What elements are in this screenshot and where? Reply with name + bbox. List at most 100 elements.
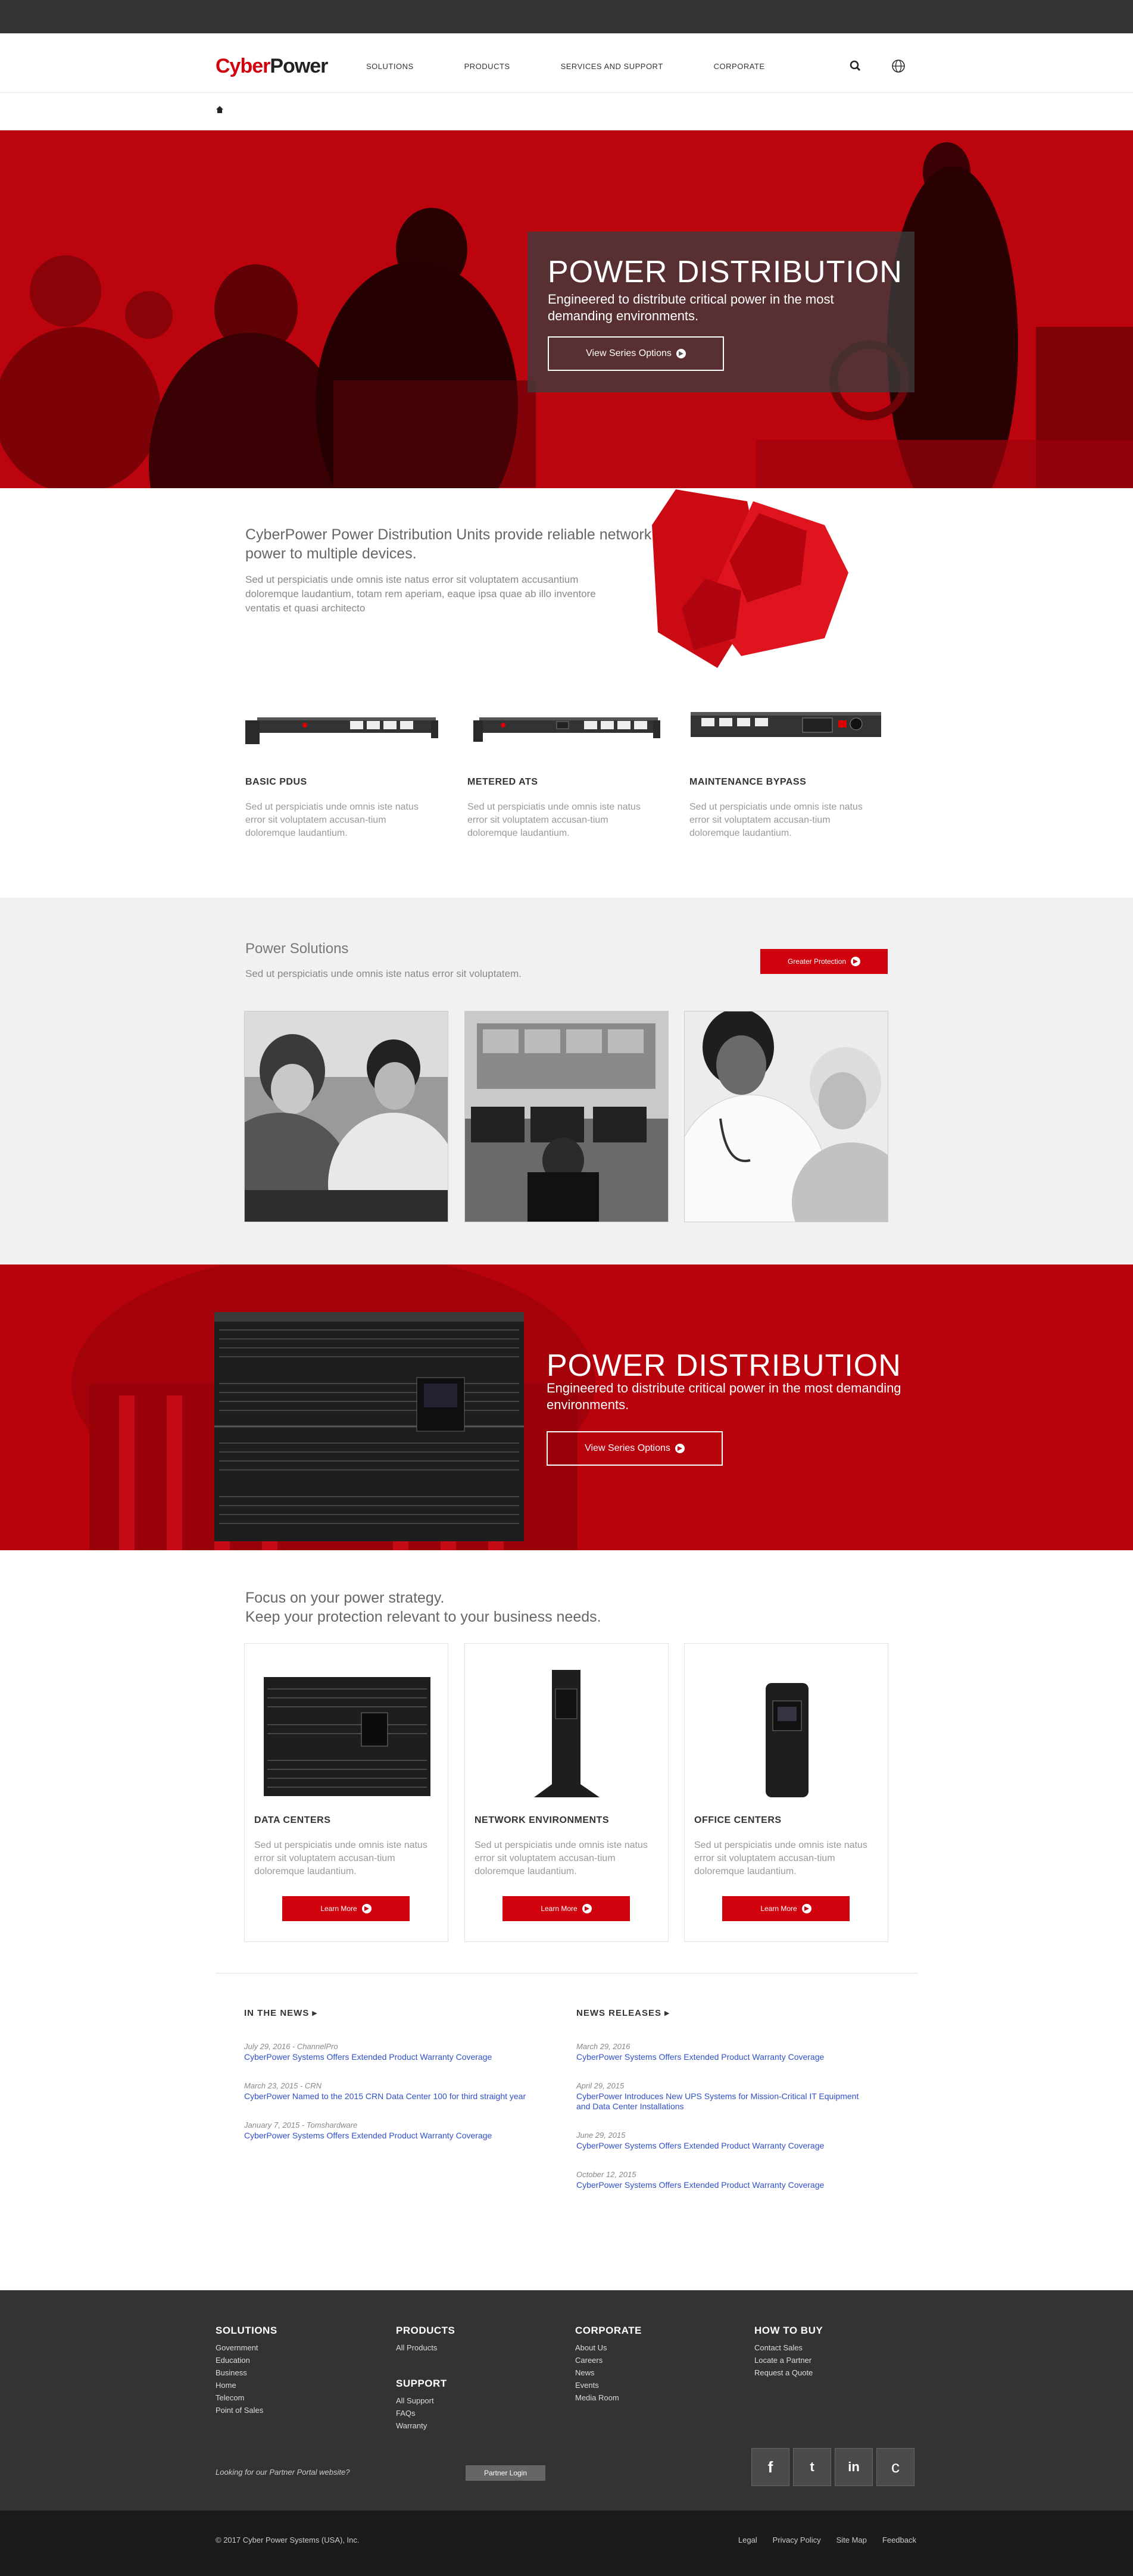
news-date: April 29, 2015 (576, 2081, 625, 2090)
footer-link[interactable]: Events (575, 2379, 642, 2391)
footer-link[interactable]: Telecom (216, 2391, 277, 2404)
card-office-centers: OFFICE CENTERS Sed ut perspiciatis unde … (684, 1643, 888, 1942)
hero-title: POWER DISTRIBUTION (548, 255, 903, 289)
product-desc: Sed ut perspiciatis unde omnis iste natu… (245, 802, 419, 838)
news-item[interactable]: July 29, 2016 - ChannelPro CyberPower Sy… (244, 2042, 554, 2062)
news-link[interactable]: CyberPower Systems Offers Extended Produ… (576, 2052, 886, 2062)
footer-link[interactable]: FAQs (396, 2407, 455, 2419)
intro-lead: CyberPower Power Distribution Units prov… (245, 526, 652, 562)
search-icon[interactable] (847, 57, 864, 75)
footer-link[interactable]: Business (216, 2366, 277, 2379)
cyberpower-logo[interactable]: CyberPower (216, 55, 328, 78)
arrow-right-icon (675, 1444, 685, 1453)
news-link[interactable]: CyberPower Introduces New UPS Systems fo… (576, 2091, 874, 2112)
footer-link[interactable]: Media Room (575, 2391, 642, 2404)
c-logo-icon[interactable]: c (876, 2448, 914, 2486)
news-link[interactable]: CyberPower Systems Offers Extended Produ… (576, 2180, 886, 2190)
news-date: June 29, 2015 (576, 2131, 626, 2140)
legal-links: Legal Privacy Policy Site Map Feedback (738, 2536, 916, 2544)
bottom-bar: © 2017 Cyber Power Systems (USA), Inc. L… (0, 2511, 1133, 2576)
news-item[interactable]: January 7, 2015 - Tomshardware CyberPowe… (244, 2121, 554, 2141)
nav-corporate[interactable]: CORPORATE (714, 62, 765, 71)
learn-more-button[interactable]: Learn More (502, 1896, 630, 1921)
facebook-icon[interactable]: f (751, 2448, 789, 2486)
news-link[interactable]: CyberPower Named to the 2015 CRN Data Ce… (244, 2091, 530, 2102)
arrow-right-icon (801, 1904, 811, 1913)
button-label: View Series Options (585, 1443, 670, 1453)
footer-link[interactable]: Home (216, 2379, 277, 2391)
product-maintenance-bypass[interactable]: MAINTENANCE BYPASS Sed ut perspiciatis u… (689, 702, 886, 840)
product-basic-pdus[interactable]: BASIC PDUS Sed ut perspiciatis unde omni… (245, 702, 442, 840)
card-network-environments: NETWORK ENVIRONMENTS Sed ut perspiciatis… (464, 1643, 669, 1942)
footer-link[interactable]: Point of Sales (216, 2404, 277, 2416)
product-metered-ats[interactable]: METERED ATS Sed ut perspiciatis unde omn… (467, 702, 664, 840)
footer-link[interactable]: Warranty (396, 2419, 455, 2432)
partner-login-button[interactable]: Partner Login (466, 2465, 545, 2481)
nav-solutions[interactable]: SOLUTIONS (366, 62, 414, 71)
news-item[interactable]: October 12, 2015 CyberPower Systems Offe… (576, 2170, 886, 2190)
footer-link[interactable]: All Products (396, 2341, 455, 2354)
footer-link[interactable]: Contact Sales (754, 2341, 823, 2354)
view-series-options-button-2[interactable]: View Series Options (547, 1431, 723, 1466)
product-desc: Sed ut perspiciatis unde omnis iste natu… (467, 802, 641, 838)
news-item[interactable]: March 23, 2015 - CRN CyberPower Named to… (244, 2081, 554, 2102)
card-title: NETWORK ENVIRONMENTS (475, 1815, 609, 1825)
view-series-options-button[interactable]: View Series Options (548, 336, 724, 371)
footer-link[interactable]: News (575, 2366, 642, 2379)
hero-banner: POWER DISTRIBUTION Engineered to distrib… (0, 130, 1133, 488)
nav-products[interactable]: PRODUCTS (464, 62, 510, 71)
top-strip (0, 0, 1133, 33)
main-nav: SOLUTIONS PRODUCTS SERVICES AND SUPPORT … (366, 62, 816, 71)
news-item[interactable]: June 29, 2015 CyberPower Systems Offers … (576, 2131, 886, 2151)
footer-link[interactable]: About Us (575, 2341, 642, 2354)
students-image (245, 1011, 448, 1222)
students-photo[interactable] (244, 1011, 448, 1222)
basic-pdu-image (245, 717, 438, 744)
footer-link[interactable]: All Support (396, 2394, 455, 2407)
globe-icon[interactable] (889, 57, 907, 75)
news-link[interactable]: CyberPower Systems Offers Extended Produ… (576, 2141, 886, 2151)
learn-more-button[interactable]: Learn More (282, 1896, 410, 1921)
footer-link[interactable]: Government (216, 2341, 277, 2354)
news-item[interactable]: April 29, 2015 CyberPower Introduces New… (576, 2081, 886, 2112)
news-item[interactable]: March 29, 2016 CyberPower Systems Offers… (576, 2042, 886, 2062)
doctor-photo[interactable] (684, 1011, 888, 1222)
in-the-news-column: IN THE NEWS ▸ July 29, 2016 - ChannelPro… (244, 2007, 554, 2141)
news-date: March 29, 2016 (576, 2042, 631, 2051)
greater-protection-button[interactable]: Greater Protection (760, 949, 888, 974)
footer-heading: CORPORATE (575, 2325, 642, 2336)
twitter-icon[interactable]: t (793, 2448, 831, 2486)
news-link[interactable]: CyberPower Systems Offers Extended Produ… (244, 2131, 554, 2141)
footer-link[interactable]: Careers (575, 2354, 642, 2366)
product-title: BASIC PDUS (245, 777, 307, 787)
focus-line-2: Keep your protection relevant to your bu… (245, 1609, 601, 1625)
metered-ats-image (473, 717, 660, 742)
home-icon[interactable] (216, 105, 224, 114)
news-releases-heading[interactable]: NEWS RELEASES ▸ (576, 2007, 886, 2018)
feedback-link[interactable]: Feedback (882, 2536, 916, 2544)
card-title: OFFICE CENTERS (694, 1815, 782, 1825)
site-map-link[interactable]: Site Map (837, 2536, 867, 2544)
privacy-policy-link[interactable]: Privacy Policy (773, 2536, 821, 2544)
product-desc: Sed ut perspiciatis unde omnis iste natu… (689, 802, 863, 838)
footer-link[interactable]: Locate a Partner (754, 2354, 823, 2366)
linkedin-icon[interactable]: in (835, 2448, 873, 2486)
control-room-photo[interactable] (464, 1011, 669, 1222)
learn-more-button[interactable]: Learn More (722, 1896, 850, 1921)
footer-heading: SUPPORT (396, 2378, 447, 2389)
button-label: Learn More (760, 1904, 797, 1913)
news-link[interactable]: CyberPower Systems Offers Extended Produ… (244, 2052, 554, 2062)
arrow-right-icon (361, 1904, 372, 1913)
card-desc: Sed ut perspiciatis unde omnis iste natu… (694, 1840, 867, 1876)
arrow-right-icon (676, 349, 686, 358)
footer-link[interactable]: Request a Quote (754, 2366, 823, 2379)
legal-link[interactable]: Legal (738, 2536, 757, 2544)
button-label: View Series Options (586, 348, 672, 358)
footer-products: PRODUCTS All Products SUPPORT All Suppor… (396, 2325, 455, 2432)
in-the-news-heading[interactable]: IN THE NEWS ▸ (244, 2007, 554, 2018)
product-title: METERED ATS (467, 777, 538, 787)
footer-link[interactable]: Education (216, 2354, 277, 2366)
section-divider (216, 1973, 918, 1974)
nav-services-support[interactable]: SERVICES AND SUPPORT (561, 62, 663, 71)
partner-portal-question: Looking for our Partner Portal website? (216, 2468, 350, 2477)
